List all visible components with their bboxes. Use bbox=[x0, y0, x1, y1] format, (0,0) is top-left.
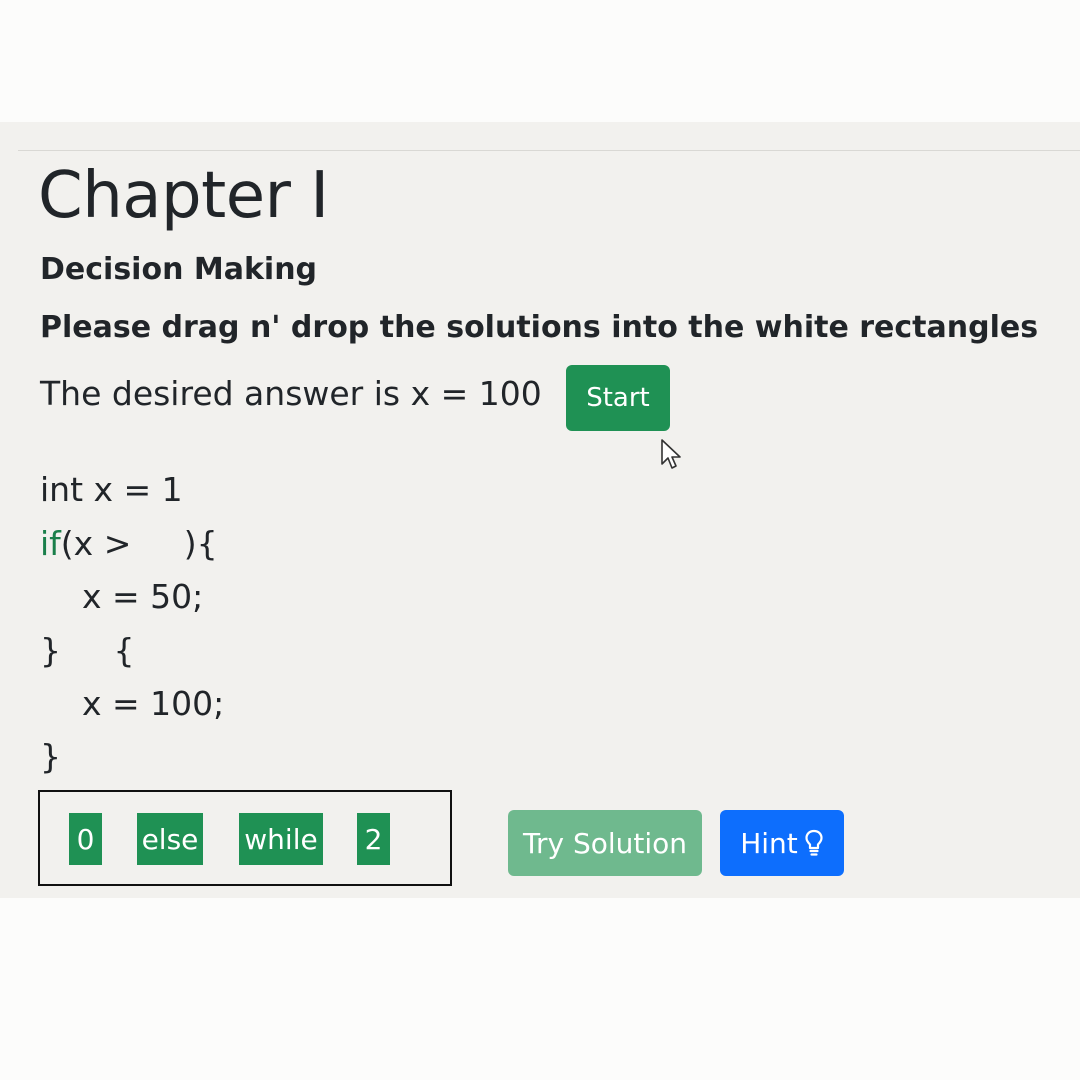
solution-chip-2[interactable]: 2 bbox=[357, 813, 390, 865]
code-line-1: int x = 1 bbox=[40, 470, 183, 509]
solution-chip-0[interactable]: 0 bbox=[69, 813, 102, 865]
mouse-cursor-icon bbox=[661, 439, 681, 469]
hint-label: Hint bbox=[740, 826, 798, 860]
lightbulb-icon bbox=[805, 829, 823, 856]
start-button[interactable]: Start bbox=[566, 365, 670, 431]
solutions-tray: 0 else while 2 bbox=[38, 790, 452, 886]
code-line-5: x = 100; bbox=[40, 684, 225, 723]
code-line-2-rest: (x > ){ bbox=[60, 524, 218, 563]
exercise-panel: Chapter I Decision Making Please drag n'… bbox=[0, 122, 1080, 898]
code-line-6: } bbox=[40, 737, 61, 776]
chapter-subtitle: Decision Making bbox=[40, 252, 318, 287]
solution-chip-else[interactable]: else bbox=[137, 813, 203, 865]
solution-chip-while[interactable]: while bbox=[239, 813, 323, 865]
desired-answer-text: The desired answer is x = 100 bbox=[40, 374, 542, 413]
instruction-text: Please drag n' drop the solutions into t… bbox=[40, 310, 1039, 345]
keyword-if: if bbox=[40, 524, 61, 563]
top-divider bbox=[18, 150, 1080, 151]
chapter-title: Chapter I bbox=[38, 159, 329, 233]
code-line-4: } { bbox=[40, 631, 135, 670]
code-line-2: if(x > ){ bbox=[40, 524, 218, 564]
hint-button[interactable]: Hint bbox=[720, 810, 844, 876]
try-solution-button[interactable]: Try Solution bbox=[508, 810, 702, 876]
code-line-3: x = 50; bbox=[40, 577, 204, 616]
